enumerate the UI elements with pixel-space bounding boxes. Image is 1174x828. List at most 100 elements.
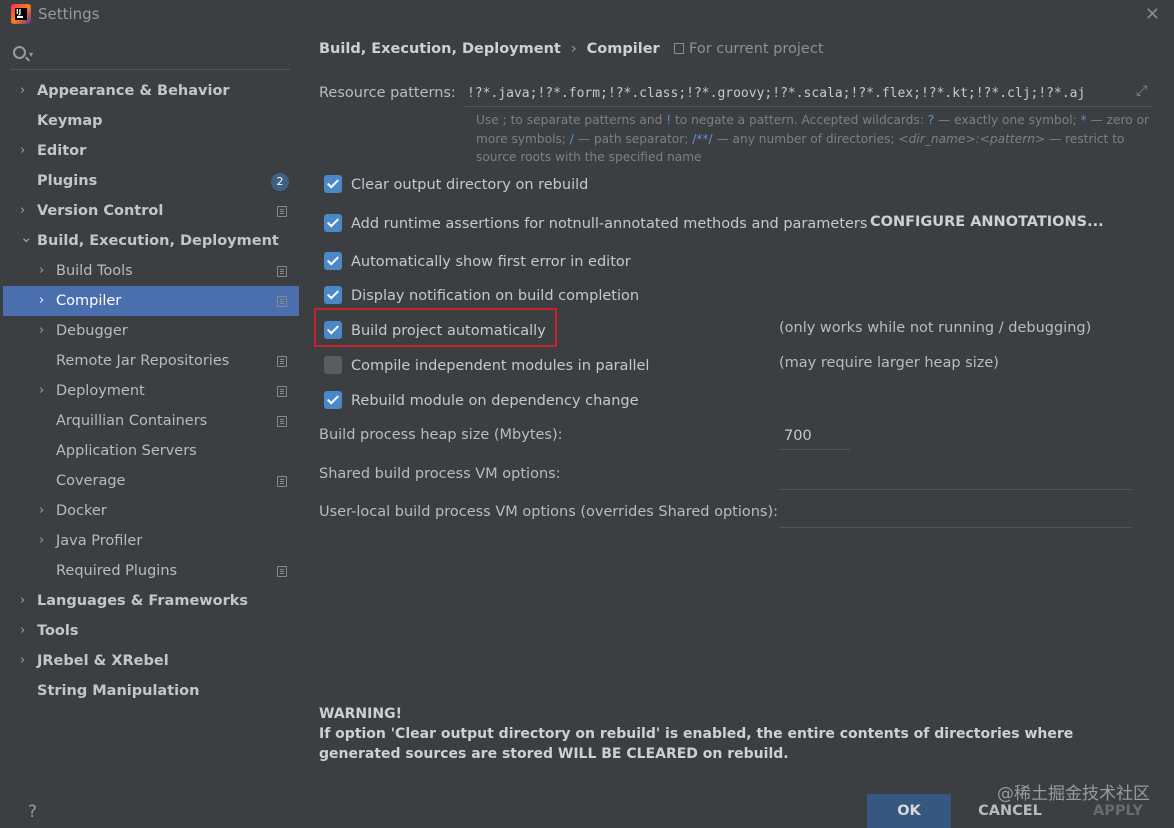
intellij-logo-icon: IJ (11, 4, 31, 24)
breadcrumb-parent[interactable]: Build, Execution, Deployment (319, 41, 561, 57)
close-icon[interactable]: ✕ (1145, 4, 1160, 25)
chevron-right-icon[interactable]: › (20, 586, 25, 616)
chevron-right-icon[interactable]: › (39, 316, 44, 346)
chevron-right-icon[interactable]: › (39, 526, 44, 556)
chevron-right-icon[interactable]: › (39, 256, 44, 286)
sidebar-item-label: Required Plugins (56, 563, 178, 579)
chevron-right-icon[interactable]: › (20, 136, 25, 166)
chevron-right-icon[interactable]: › (20, 616, 25, 646)
resource-patterns-label: Resource patterns: (319, 85, 456, 101)
heap-size-label: Build process heap size (Mbytes): (319, 427, 563, 443)
search-field[interactable]: ▾ (10, 40, 290, 70)
sidebar-item-label: Coverage (56, 473, 126, 489)
sidebar-item-docker[interactable]: › Docker (3, 496, 299, 526)
sidebar-item-build-tools[interactable]: › Build Tools (3, 256, 299, 286)
sidebar-item-application-servers[interactable]: Application Servers (3, 436, 299, 466)
resource-patterns-hint: Use ; to separate patterns and ! to nega… (476, 113, 1150, 164)
project-icon (674, 43, 684, 54)
sidebar-item-label: Java Profiler (56, 533, 143, 549)
project-scope-icon (277, 266, 287, 277)
sidebar-item-label: JRebel & XRebel (37, 653, 169, 669)
checkbox-icon (324, 252, 342, 270)
title-bar: IJ Settings ✕ (0, 0, 1174, 30)
sidebar-item-label: Keymap (37, 113, 103, 129)
sidebar-item-keymap[interactable]: Keymap (3, 106, 299, 136)
sidebar-item-label: Build Tools (56, 263, 133, 279)
breadcrumb-separator: › (570, 41, 577, 57)
sidebar-item-tools[interactable]: › Tools (3, 616, 299, 646)
sidebar-item-remote-jar-repositories[interactable]: Remote Jar Repositories (3, 346, 299, 376)
sidebar-item-languages-frameworks[interactable]: › Languages & Frameworks (3, 586, 299, 616)
checkbox-icon (324, 214, 342, 232)
warning-text: If option 'Clear output directory on reb… (319, 726, 1074, 762)
sidebar-item-java-profiler[interactable]: › Java Profiler (3, 526, 299, 556)
sidebar-item-label: Docker (56, 503, 107, 519)
sidebar-item-arquillian-containers[interactable]: Arquillian Containers (3, 406, 299, 436)
chevron-right-icon[interactable]: › (20, 646, 25, 676)
chevron-down-icon: ▾ (29, 50, 34, 59)
sidebar-item-label: Arquillian Containers (56, 413, 208, 429)
sidebar-item-required-plugins[interactable]: Required Plugins (3, 556, 299, 586)
project-scope-icon (277, 206, 287, 217)
sidebar-item-label: Application Servers (56, 443, 197, 459)
sidebar-item-label: Deployment (56, 383, 145, 399)
sidebar-item-label: Plugins (37, 173, 98, 189)
heap-size-input[interactable] (779, 422, 850, 450)
sidebar-item-label: Debugger (56, 323, 128, 339)
configure-annotations-button[interactable]: CONFIGURE ANNOTATIONS... (870, 214, 1104, 230)
shared-vm-input[interactable] (779, 462, 1132, 490)
sidebar-item-label: Build, Execution, Deployment (37, 233, 279, 249)
shared-vm-label: Shared build process VM options: (319, 466, 561, 482)
window-title: Settings (38, 5, 100, 23)
sidebar-item-label: Version Control (37, 203, 164, 219)
resource-patterns-input[interactable]: !?*.java;!?*.form;!?*.class;!?*.groovy;!… (465, 81, 1153, 107)
sidebar-item-label: Appearance & Behavior (37, 83, 230, 99)
warning-title: WARNING! (319, 706, 402, 722)
chevron-right-icon[interactable]: › (39, 286, 44, 316)
sidebar-item-plugins[interactable]: Plugins 2 (3, 166, 299, 196)
highlight-box (314, 308, 557, 347)
sidebar-item-label: String Manipulation (37, 683, 200, 699)
chevron-right-icon[interactable]: › (39, 376, 44, 406)
sidebar-item-label: Compiler (56, 293, 122, 309)
sidebar-item-version-control[interactable]: › Version Control (3, 196, 299, 226)
chevron-right-icon[interactable]: › (39, 496, 44, 526)
sidebar-item-label: Languages & Frameworks (37, 593, 249, 609)
project-scope-icon (277, 386, 287, 397)
breadcrumb-current: Compiler (586, 41, 660, 57)
expand-icon[interactable]: ⤢ (1136, 83, 1147, 99)
user-local-vm-input[interactable] (779, 500, 1132, 528)
help-button[interactable]: ? (28, 802, 37, 822)
project-scope-icon (277, 476, 287, 487)
sidebar-item-label: Editor (37, 143, 87, 159)
checkbox-icon (324, 175, 342, 193)
user-local-vm-label: User-local build process VM options (ove… (319, 504, 779, 520)
update-count-badge: 2 (271, 173, 289, 191)
sidebar-item-label: Remote Jar Repositories (56, 353, 230, 369)
compiler-settings-panel: Build, Execution, Deployment › Compiler Fo… (300, 30, 1174, 828)
project-scope-icon (277, 296, 287, 307)
chevron-right-icon[interactable]: › (20, 76, 25, 106)
warning-message: WARNING! If option 'Clear output directo… (319, 704, 1159, 764)
sidebar-item-compiler[interactable]: › Compiler (3, 286, 299, 316)
sidebar-item-editor[interactable]: › Editor (3, 136, 299, 166)
checkbox-icon (324, 286, 342, 304)
watermark: @稀土掘金技术社区 (997, 784, 1150, 804)
search-icon (13, 46, 26, 59)
sidebar-item-string-manipulation[interactable]: String Manipulation (3, 676, 299, 706)
ok-button[interactable]: OK (867, 794, 951, 828)
checkbox-icon (324, 391, 342, 409)
project-scope-icon (277, 356, 287, 367)
for-current-project-label: For current project (674, 41, 824, 57)
chevron-down-icon[interactable]: ⌄ (20, 222, 33, 252)
settings-sidebar: ▾ › Appearance & Behavior Keymap › Editor Plu… (0, 30, 300, 828)
breadcrumb: Build, Execution, Deployment › Compiler (319, 41, 660, 57)
build-automatically-note: (only works while not running / debuggin… (779, 320, 1092, 336)
sidebar-item-appearance-behavior[interactable]: › Appearance & Behavior (3, 76, 299, 106)
sidebar-item-coverage[interactable]: Coverage (3, 466, 299, 496)
sidebar-item-jrebel-xrebel[interactable]: › JRebel & XRebel (3, 646, 299, 676)
parallel-compile-note: (may require larger heap size) (779, 355, 999, 371)
sidebar-item-deployment[interactable]: › Deployment (3, 376, 299, 406)
sidebar-item-debugger[interactable]: › Debugger (3, 316, 299, 346)
sidebar-item-build-execution-deployment[interactable]: ⌄ Build, Execution, Deployment (3, 226, 299, 256)
